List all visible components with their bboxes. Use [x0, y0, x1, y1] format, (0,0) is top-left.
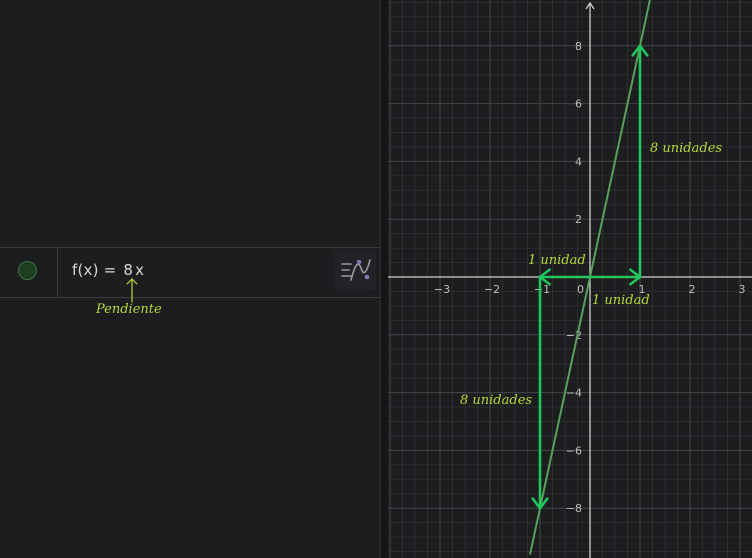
y-tick-label: −6 — [566, 444, 582, 457]
x-tick-label: −3 — [434, 283, 450, 296]
x-tick-label: 3 — [739, 283, 746, 296]
x-tick-label: 2 — [689, 283, 696, 296]
visibility-toggle[interactable] — [18, 261, 37, 280]
graph-style-icon — [341, 259, 371, 281]
slope-annotation: Pendiente — [96, 302, 162, 317]
algebra-row-f[interactable]: f(x) = 8x — [0, 247, 380, 298]
y-tick-label: −2 — [566, 329, 582, 342]
x-tick-label: −2 — [484, 283, 500, 296]
y-tick-label: 6 — [575, 98, 582, 111]
style-bar-button[interactable] — [334, 251, 376, 291]
slope-label: 8 unidades — [460, 393, 532, 408]
graphics-background — [388, 0, 752, 558]
graphics-view[interactable]: −3 −2 −1 0 1 2 3 8642−2−4−6−8 8 unidades1 unid… — [388, 0, 752, 558]
y-tick-label: −4 — [566, 387, 582, 400]
x-tick-label: −1 — [534, 283, 550, 296]
panel-splitter[interactable] — [380, 0, 388, 558]
function-name: f(x) — [72, 261, 99, 279]
y-tick-label: −8 — [566, 502, 582, 515]
slope-pointer-arrow — [126, 278, 138, 303]
y-tick-label: 8 — [575, 40, 582, 53]
slope-label: 8 unidades — [650, 141, 722, 156]
y-tick-label: 4 — [575, 155, 582, 168]
x-tick-label: 0 — [577, 283, 584, 296]
row-divider — [57, 248, 58, 297]
slope-label: 1 unidad — [592, 293, 650, 308]
slope-label: 1 unidad — [528, 253, 586, 268]
algebra-view: f(x) = 8x Pendiente — [0, 0, 380, 558]
y-tick-label: 2 — [575, 213, 582, 226]
equals-sign: = — [103, 261, 117, 279]
